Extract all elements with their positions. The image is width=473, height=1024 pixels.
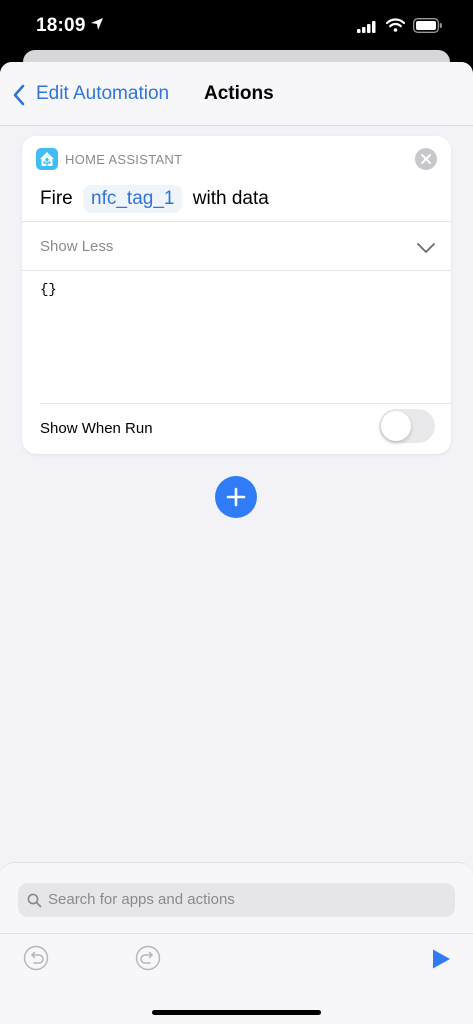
add-action-button[interactable] — [215, 476, 257, 518]
action-card: HOME ASSISTANT Fire nfc_tag_1 with data … — [22, 136, 451, 454]
chevron-left-icon[interactable] — [12, 84, 26, 111]
search-input[interactable]: Search for apps and actions — [48, 891, 235, 908]
battery-icon — [413, 18, 443, 38]
action-summary: Fire nfc_tag_1 with data — [40, 185, 269, 213]
chevron-down-icon[interactable] — [417, 241, 435, 259]
cellular-signal-icon — [357, 20, 377, 38]
action-prefix: Fire — [40, 188, 73, 209]
action-suffix: with data — [192, 188, 269, 209]
search-icon — [27, 893, 42, 908]
editor-toolbar — [0, 933, 473, 986]
home-assistant-icon — [36, 148, 58, 170]
search-bar[interactable]: Search for apps and actions — [18, 883, 455, 917]
close-icon[interactable] — [415, 148, 437, 170]
show-when-run-toggle[interactable] — [379, 409, 435, 443]
show-less-button[interactable]: Show Less — [40, 238, 113, 255]
plus-icon — [226, 487, 246, 507]
redo-icon[interactable] — [135, 945, 161, 976]
divider — [40, 403, 451, 404]
status-bar: 18:09 — [0, 0, 473, 52]
status-time: 18:09 — [36, 15, 86, 36]
bottom-panel: Search for apps and actions — [0, 862, 473, 1024]
show-when-run-label: Show When Run — [40, 420, 153, 437]
home-indicator — [152, 1010, 321, 1015]
event-data-field[interactable]: {} — [40, 282, 57, 298]
app-name-label: HOME ASSISTANT — [65, 152, 183, 167]
toggle-knob — [381, 411, 411, 441]
wifi-icon — [385, 18, 406, 37]
divider — [22, 270, 451, 271]
navigation-bar: Edit Automation Actions — [0, 62, 473, 126]
divider — [22, 221, 451, 222]
location-arrow-icon — [90, 17, 104, 36]
page-title: Actions — [204, 83, 274, 104]
actions-sheet: Edit Automation Actions HOME ASSISTANT F… — [0, 62, 473, 1024]
play-icon[interactable] — [431, 948, 451, 975]
back-button[interactable]: Edit Automation — [36, 83, 169, 105]
event-name-token[interactable]: nfc_tag_1 — [83, 185, 183, 213]
undo-icon[interactable] — [23, 945, 49, 976]
